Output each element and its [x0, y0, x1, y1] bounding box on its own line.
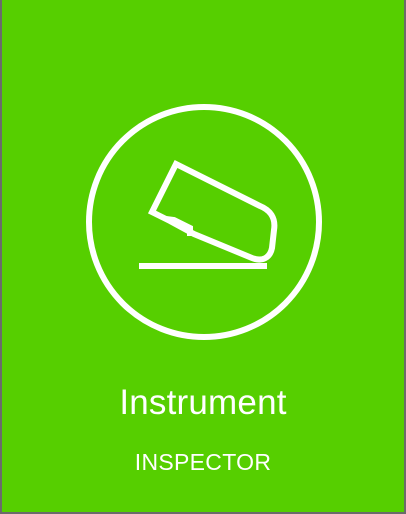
icon-circle — [84, 102, 324, 342]
tile-title: Instrument — [119, 383, 287, 422]
stapler-icon — [86, 104, 322, 340]
instrument-inspector-tile[interactable]: Instrument INSPECTOR — [2, 0, 404, 512]
tile-subtitle: INSPECTOR — [134, 449, 272, 475]
